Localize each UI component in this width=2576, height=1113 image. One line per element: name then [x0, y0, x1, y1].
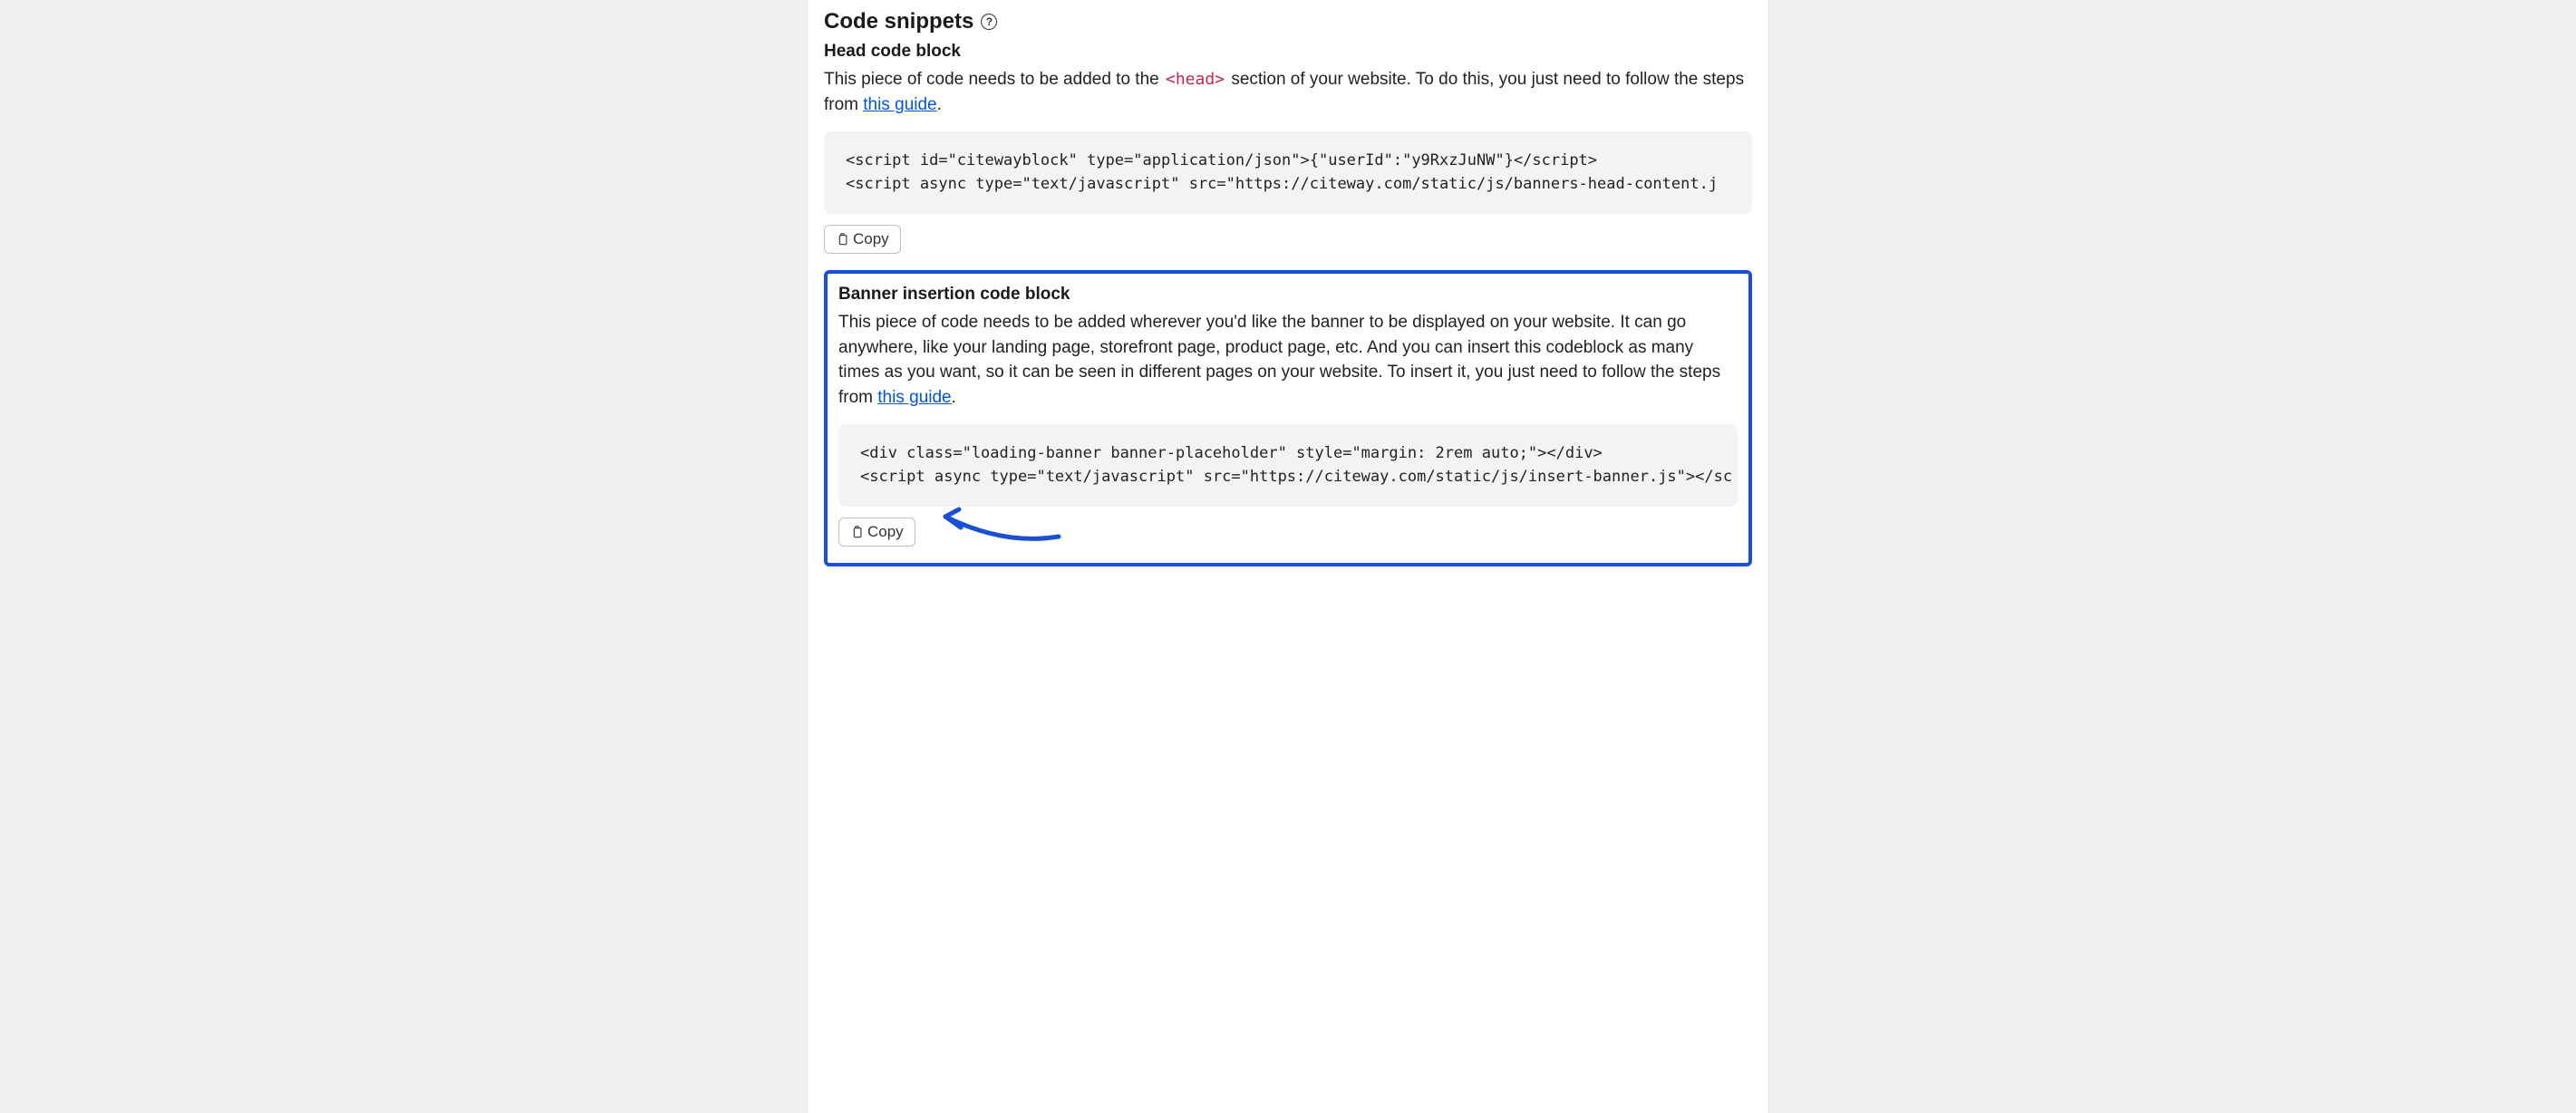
clipboard-icon [850, 525, 864, 539]
desc-text: This piece of code needs to be added whe… [838, 313, 1720, 407]
desc-text: This piece of code needs to be added to … [824, 70, 1164, 89]
copy-button[interactable]: Copy [838, 518, 915, 547]
clipboard-icon [836, 232, 849, 247]
guide-link[interactable]: this guide [877, 388, 951, 407]
banner-block-description: This piece of code needs to be added whe… [838, 310, 1738, 410]
banner-code-box[interactable]: <div class="loading-banner banner-placeh… [838, 424, 1738, 507]
section-title-text: Code snippets [824, 9, 973, 34]
help-icon[interactable]: ? [981, 14, 997, 30]
section-title: Code snippets ? [824, 9, 1752, 34]
desc-text: . [937, 95, 942, 114]
guide-link[interactable]: this guide [863, 95, 936, 114]
banner-block-title: Banner insertion code block [838, 285, 1738, 305]
copy-label: Copy [853, 230, 889, 248]
head-block-title: Head code block [824, 42, 1752, 62]
banner-block-highlight: Banner insertion code block This piece o… [824, 270, 1752, 566]
copy-label: Copy [867, 523, 904, 541]
annotation-arrow [932, 500, 1068, 550]
desc-text: . [952, 388, 956, 407]
copy-button[interactable]: Copy [824, 225, 901, 254]
head-tag-code: <head> [1164, 70, 1226, 89]
head-block-description: This piece of code needs to be added to … [824, 67, 1752, 117]
head-code-box[interactable]: <script id="citewayblock" type="applicat… [824, 131, 1752, 214]
content-card: Code snippets ? Head code block This pie… [807, 0, 1769, 1113]
